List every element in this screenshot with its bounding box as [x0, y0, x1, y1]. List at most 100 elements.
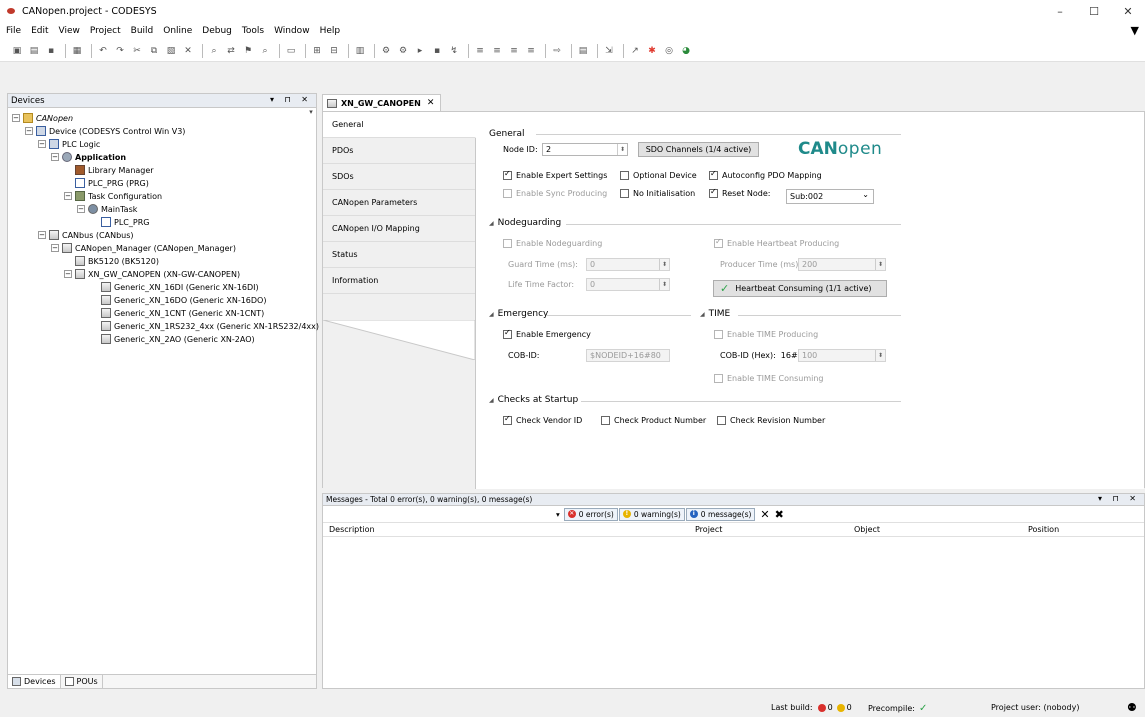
tab-xn-gw-canopen[interactable]: XN_GW_CANOPEN ✕	[322, 94, 442, 111]
checkbox-checked-icon[interactable]	[709, 187, 718, 198]
stop-icon[interactable]: ▪	[430, 44, 444, 58]
checkbox-icon[interactable]	[620, 171, 629, 180]
start-icon[interactable]: ▸	[413, 44, 427, 58]
warnings-filter-button[interactable]: ! 0 warning(s)	[618, 507, 685, 521]
globe-icon[interactable]: ◕	[679, 44, 693, 58]
write-values-icon[interactable]: ▤	[576, 44, 590, 58]
collapse-triangle-icon[interactable]: ◢	[700, 311, 705, 318]
producer-time-input[interactable]: 200 ⬍	[798, 258, 886, 271]
minimize-button[interactable]: –	[1043, 0, 1077, 22]
tab-general[interactable]: General	[323, 112, 476, 138]
menu-tools[interactable]: Tools	[242, 26, 264, 36]
tree-node[interactable]: Library Manager	[75, 164, 154, 176]
messages-filter-button[interactable]: i0 message(s)	[685, 507, 756, 521]
user-icon[interactable]: ⚉	[1127, 701, 1137, 714]
enable-nodeguarding-checkbox[interactable]: Enable Nodeguarding	[503, 239, 602, 248]
reset-node-select[interactable]: Sub:002 ⌄	[786, 189, 874, 204]
paste-icon[interactable]: ▧	[164, 44, 178, 58]
collapse-triangle-icon[interactable]: ◢	[489, 220, 494, 227]
enable-expert-settings-checkbox[interactable]: Enable Expert Settings	[503, 169, 607, 180]
cob-id-hex-input[interactable]: 100 ⬍	[798, 349, 886, 362]
life-time-input[interactable]: 0 ⬍	[586, 278, 670, 291]
reset-node-checkbox[interactable]: Reset Node:	[709, 187, 770, 198]
tab-sdos[interactable]: SDOs	[323, 164, 475, 190]
checkbox-checked-icon[interactable]	[503, 328, 512, 339]
guard-time-spinner-icon[interactable]: ⬍	[659, 259, 669, 270]
security-icon[interactable]: ✱	[645, 44, 659, 58]
clear-all-icon[interactable]: ✖	[775, 508, 784, 521]
tree-node[interactable]: − Device (CODESYS Control Win V3)	[25, 125, 185, 137]
tree-node[interactable]: Generic_XN_2AO (Generic XN-2AO)	[101, 333, 255, 345]
redo-icon[interactable]: ↷	[113, 44, 127, 58]
collapse-icon[interactable]: −	[64, 270, 72, 278]
tree-node[interactable]: − Task Configuration	[64, 190, 162, 202]
autoconfig-pdo-checkbox[interactable]: Autoconfig PDO Mapping	[709, 169, 822, 180]
login-icon[interactable]: ⚙	[379, 44, 393, 58]
heartbeat-consuming-button[interactable]: ✓ Heartbeat Consuming (1/1 active)	[713, 280, 887, 297]
reset-icon[interactable]: ↯	[447, 44, 461, 58]
collapse-icon[interactable]: −	[38, 231, 46, 239]
checkbox-checked-icon[interactable]	[503, 169, 512, 180]
node-id-spinner-icon[interactable]: ⬍	[617, 144, 627, 155]
window-icon[interactable]: ▭	[284, 44, 298, 58]
checkbox-checked-icon[interactable]	[709, 169, 718, 180]
cob-id-hex-spinner-icon[interactable]: ⬍	[875, 350, 885, 361]
cut-icon[interactable]: ✂	[130, 44, 144, 58]
menu-build[interactable]: Build	[131, 26, 154, 36]
menu-view[interactable]: View	[59, 26, 80, 36]
optional-device-checkbox[interactable]: Optional Device	[620, 171, 697, 180]
collapse-icon[interactable]: −	[25, 127, 33, 135]
producer-time-spinner-icon[interactable]: ⬍	[875, 259, 885, 270]
new-project-icon[interactable]: ▣	[10, 44, 24, 58]
tree-node[interactable]: Generic_XN_16DO (Generic XN-16DO)	[101, 294, 266, 306]
tab-canopen-parameters[interactable]: CANopen Parameters	[323, 190, 475, 216]
build-icon[interactable]: ⊞	[310, 44, 324, 58]
tree-node[interactable]: PLC_PRG (PRG)	[75, 177, 149, 189]
maximize-button[interactable]: ☐	[1077, 0, 1111, 22]
checkbox-icon[interactable]	[714, 330, 723, 339]
tree-node[interactable]: − PLC Logic	[38, 138, 100, 150]
menu-edit[interactable]: Edit	[31, 26, 48, 36]
enable-emergency-checkbox[interactable]: Enable Emergency	[503, 328, 591, 339]
collapse-icon[interactable]: −	[51, 244, 59, 252]
guard-time-input[interactable]: 0 ⬍	[586, 258, 670, 271]
filter-dropdown-icon[interactable]: ▾	[553, 508, 563, 521]
device-icon[interactable]: ▥	[353, 44, 367, 58]
step-out-icon[interactable]: ≡	[524, 44, 538, 58]
check-revision-checkbox[interactable]: Check Revision Number	[717, 416, 825, 425]
run-to-cursor-icon[interactable]: ⇨	[550, 44, 564, 58]
tab-devices[interactable]: Devices	[8, 675, 61, 688]
chevron-down-icon[interactable]: ⌄	[862, 190, 869, 199]
check-product-checkbox[interactable]: Check Product Number	[601, 416, 706, 425]
close-tab-icon[interactable]: ✕	[427, 98, 435, 108]
menu-debug[interactable]: Debug	[202, 26, 232, 36]
menu-online[interactable]: Online	[163, 26, 192, 36]
tree-node[interactable]: BK5120 (BK5120)	[75, 255, 159, 267]
col-project[interactable]: Project	[695, 525, 722, 534]
tree-node[interactable]: − CANbus (CANbus)	[38, 229, 134, 241]
filter-icon[interactable]: ▼	[1131, 24, 1139, 37]
enable-time-consuming-checkbox[interactable]: Enable TIME Consuming	[714, 374, 824, 383]
monitor-icon[interactable]: ◎	[662, 44, 676, 58]
col-object[interactable]: Object	[854, 525, 880, 534]
cob-id-input[interactable]: $NODEID+16#80	[586, 349, 670, 362]
copy-icon[interactable]: ⧉	[147, 44, 161, 58]
checkbox-icon[interactable]	[717, 416, 726, 425]
tab-canopen-io-mapping[interactable]: CANopen I/O Mapping	[323, 216, 475, 242]
menu-help[interactable]: Help	[320, 26, 341, 36]
life-time-spinner-icon[interactable]: ⬍	[659, 279, 669, 290]
col-position[interactable]: Position	[1028, 525, 1059, 534]
tree-node[interactable]: − CANopen	[12, 112, 73, 124]
tree-node[interactable]: Generic_XN_1RS232_4xx (Generic XN-1RS232…	[101, 320, 319, 332]
breakpoint-icon[interactable]: ≡	[473, 44, 487, 58]
collapse-icon[interactable]: −	[77, 205, 85, 213]
collapse-icon[interactable]: −	[51, 153, 59, 161]
checkbox-icon[interactable]	[601, 416, 610, 425]
messages-panel-controls[interactable]: ▾ ⊓ ✕	[1098, 494, 1140, 503]
errors-filter-button[interactable]: ✕ 0 error(s)	[563, 507, 618, 521]
tree-node[interactable]: − CANopen_Manager (CANopen_Manager)	[51, 242, 236, 254]
rebuild-icon[interactable]: ⊟	[327, 44, 341, 58]
find-next-icon[interactable]: ⌕	[258, 44, 272, 58]
tab-pdos[interactable]: PDOs	[323, 138, 475, 164]
enable-time-producing-checkbox[interactable]: Enable TIME Producing	[714, 330, 818, 339]
